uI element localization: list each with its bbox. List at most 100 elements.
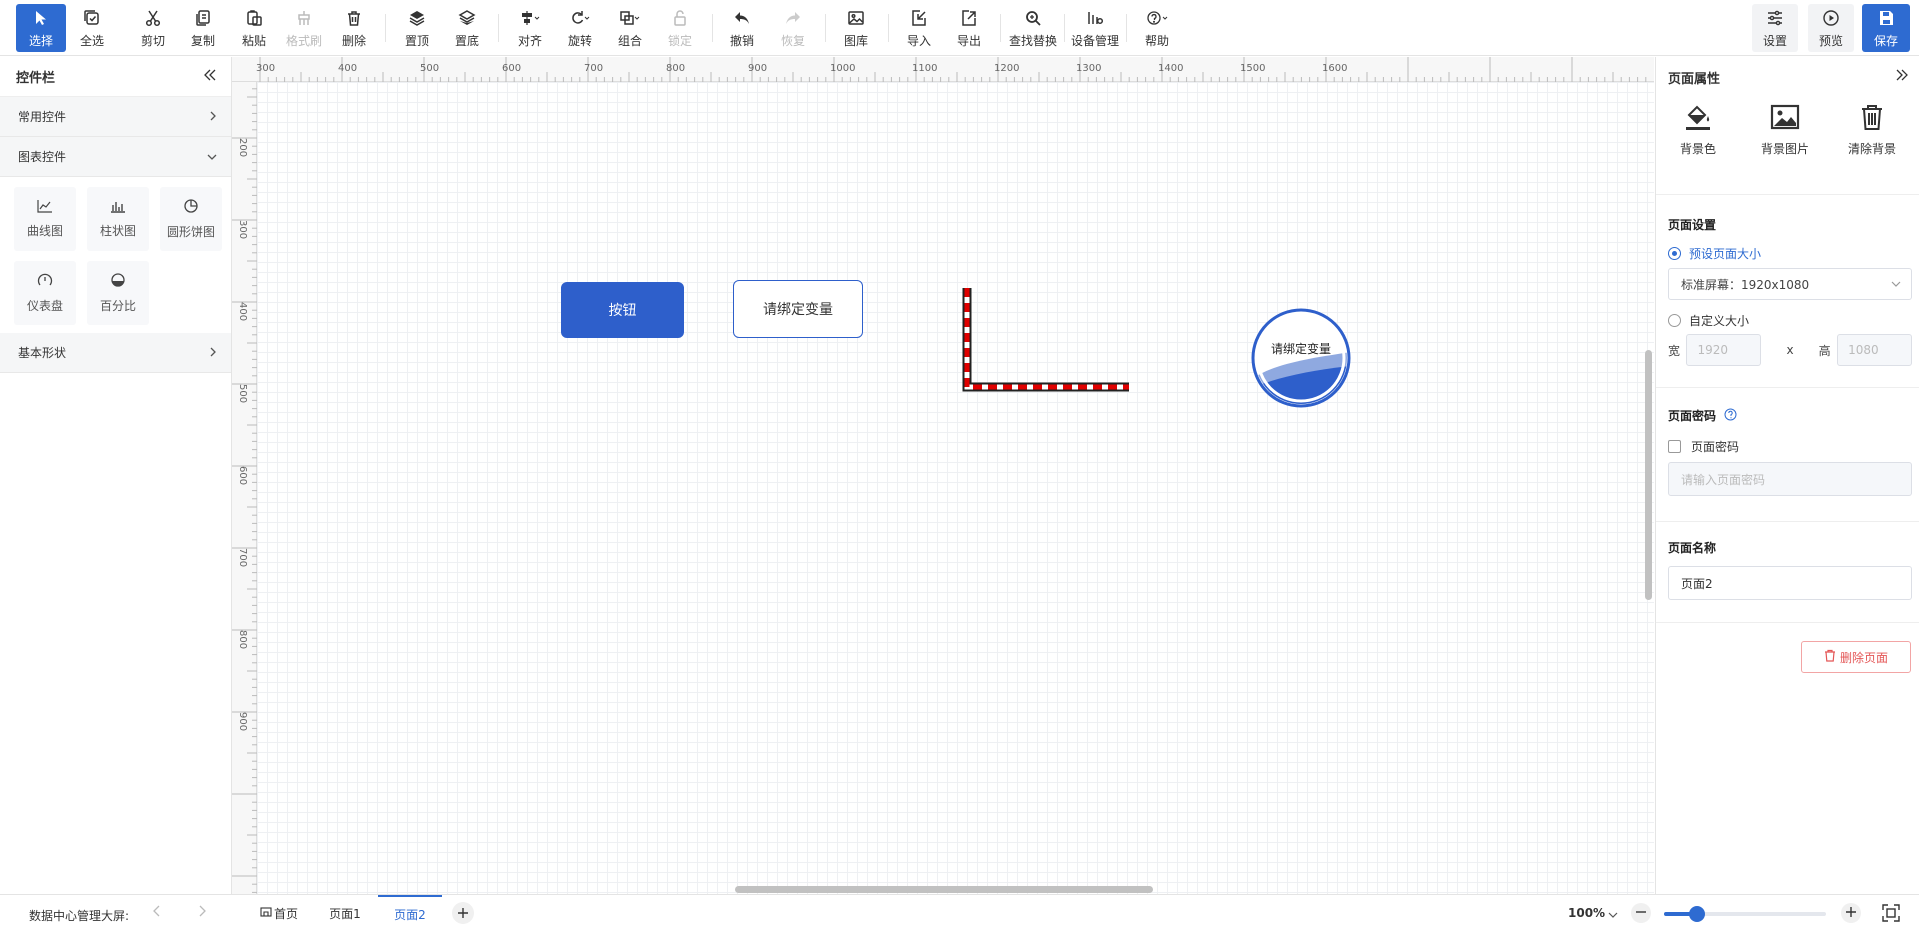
copy-label: 复制: [190, 34, 215, 48]
toolbar-divider: [888, 14, 889, 42]
save-button[interactable]: 保存: [1862, 4, 1910, 52]
ruler-label: 400: [338, 63, 357, 74]
ruler-label: 300: [237, 220, 248, 239]
page-name-input[interactable]: 页面2: [1668, 566, 1912, 600]
paste-button[interactable]: 粘贴: [229, 4, 279, 52]
section-common-widgets[interactable]: 常用控件: [0, 97, 231, 137]
preset-size-radio[interactable]: 预设页面大小: [1668, 245, 1761, 262]
zoom-slider-thumb[interactable]: [1689, 906, 1705, 922]
align-button[interactable]: 对齐: [505, 4, 555, 52]
widget-gauge[interactable]: 仪表盘: [14, 261, 76, 325]
widget-pie-chart-label: 圆形饼图: [166, 225, 215, 239]
select-all-icon: [83, 7, 101, 29]
chevron-left-icon[interactable]: [153, 905, 161, 921]
vertical-scrollbar[interactable]: [1645, 350, 1652, 600]
lock-button[interactable]: 锁定: [655, 4, 705, 52]
section-basic-shapes[interactable]: 基本形状: [0, 333, 231, 373]
background-color-button[interactable]: 背景色: [1658, 103, 1738, 157]
delete-button[interactable]: 删除: [329, 4, 379, 52]
background-image-label: 背景图片: [1760, 142, 1809, 156]
canvas-variable-text-widget[interactable]: 请绑定变量: [733, 280, 863, 338]
horizontal-scrollbar[interactable]: [735, 886, 1153, 893]
zoom-level[interactable]: 100%: [1568, 906, 1605, 920]
background-image-button[interactable]: 背景图片: [1745, 103, 1825, 157]
height-input[interactable]: 1080: [1837, 334, 1912, 366]
widget-sidebar-title: 控件栏: [16, 71, 56, 86]
canvas-percent-widget[interactable]: [1251, 308, 1351, 408]
play-icon: [1822, 7, 1840, 29]
question-circle-icon[interactable]: [1724, 408, 1737, 424]
zoom-in-button[interactable]: [1841, 903, 1861, 923]
chevron-right-icon: [209, 346, 217, 360]
page-password-checkbox[interactable]: 页面密码: [1668, 438, 1739, 455]
find-replace-label: 查找替换: [1008, 34, 1057, 48]
collapse-right-icon[interactable]: [1895, 69, 1909, 85]
tab-home[interactable]: 首页: [254, 895, 304, 932]
redo-button[interactable]: 恢复: [768, 4, 818, 52]
preset-size-select[interactable]: 标准屏幕：1920x1080: [1668, 268, 1912, 300]
tab-page1[interactable]: 页面1: [318, 895, 372, 932]
settings-button[interactable]: 设置: [1752, 4, 1798, 52]
group-label: 组合: [617, 34, 642, 48]
help-button[interactable]: 帮助: [1132, 4, 1182, 52]
canvas-variable-text-label: 请绑定变量: [763, 302, 833, 318]
widget-pie-chart[interactable]: 圆形饼图: [160, 187, 222, 251]
tab-page2[interactable]: 页面2: [378, 895, 442, 932]
export-button[interactable]: 导出: [944, 4, 994, 52]
width-input[interactable]: 1920: [1686, 334, 1762, 366]
line-chart-icon: [37, 199, 53, 216]
toolbar-divider: [825, 14, 826, 42]
device-mgmt-button[interactable]: 设备管理: [1069, 4, 1121, 52]
background-actions: 背景色 背景图片 清除背景: [1656, 97, 1919, 195]
send-bottom-label: 置底: [454, 34, 479, 48]
group-button[interactable]: 组合: [605, 4, 655, 52]
section-chart-widgets[interactable]: 图表控件: [0, 137, 231, 177]
format-brush-button[interactable]: 格式刷: [279, 4, 329, 52]
send-bottom-button[interactable]: 置底: [442, 4, 492, 52]
select-button[interactable]: 选择: [16, 4, 66, 52]
widget-bar-chart[interactable]: 柱状图: [87, 187, 149, 251]
find-replace-button[interactable]: 查找替换: [1007, 4, 1059, 52]
layers-bottom-icon: [458, 7, 476, 29]
rotate-button[interactable]: 旋转: [555, 4, 605, 52]
fullscreen-icon[interactable]: [1882, 904, 1900, 922]
select-all-button[interactable]: 全选: [67, 4, 117, 52]
undo-button[interactable]: 撤销: [717, 4, 767, 52]
canvas-dashed-line-widget[interactable]: [958, 286, 1133, 394]
ruler-label: 900: [748, 63, 767, 74]
delete-page-button[interactable]: 删除页面: [1801, 641, 1911, 673]
widget-line-chart[interactable]: 曲线图: [14, 187, 76, 251]
page-password-checkbox-label: 页面密码: [1691, 440, 1740, 454]
bring-top-button[interactable]: 置顶: [392, 4, 442, 52]
select-label: 选择: [28, 34, 53, 48]
help-icon: [1145, 7, 1169, 29]
custom-size-radio[interactable]: 自定义大小: [1668, 312, 1749, 329]
canvas-button-widget[interactable]: 按钮: [561, 282, 684, 338]
ruler-label: 800: [237, 630, 248, 649]
design-canvas[interactable]: [257, 82, 1654, 894]
add-page-button[interactable]: [452, 902, 474, 924]
clear-background-button[interactable]: 清除背景: [1832, 103, 1912, 157]
chevron-down-icon[interactable]: [1608, 908, 1618, 922]
ruler-label: 600: [237, 466, 248, 485]
clear-background-label: 清除背景: [1847, 142, 1896, 156]
widget-percent[interactable]: 百分比: [87, 261, 149, 325]
cut-button[interactable]: 剪切: [128, 4, 178, 52]
bar-chart-icon: [110, 199, 126, 216]
copy-button[interactable]: 复制: [178, 4, 228, 52]
collapse-left-icon[interactable]: [203, 69, 217, 85]
redo-label: 恢复: [780, 34, 805, 48]
image-icon: [847, 7, 865, 29]
preview-button[interactable]: 预览: [1808, 4, 1854, 52]
device-mgmt-label: 设备管理: [1070, 34, 1119, 48]
chevron-down-icon: [1891, 277, 1901, 291]
zoom-out-button[interactable]: [1631, 903, 1651, 923]
chevron-right-icon[interactable]: [198, 905, 206, 921]
page-password-input[interactable]: 请输入页面密码: [1668, 462, 1912, 496]
sliders-icon: [1766, 7, 1784, 29]
ruler-label: 300: [256, 63, 275, 74]
save-label: 保存: [1873, 34, 1898, 48]
import-button[interactable]: 导入: [894, 4, 944, 52]
gallery-button[interactable]: 图库: [831, 4, 881, 52]
zoom-slider[interactable]: [1664, 906, 1826, 922]
